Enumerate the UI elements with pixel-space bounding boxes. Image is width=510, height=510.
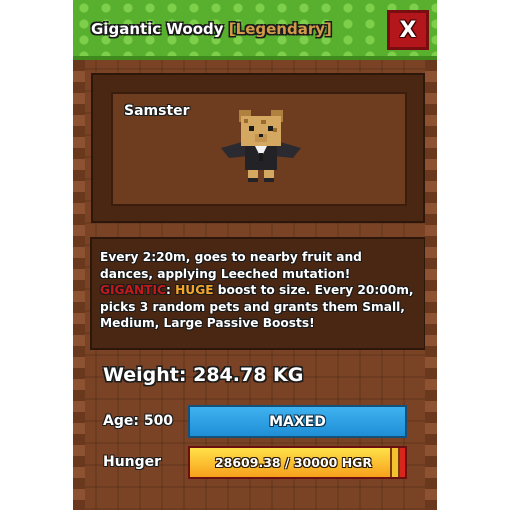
huge-keyword: HUGE <box>175 283 214 297</box>
pet-preview-viewport: Samster <box>111 92 407 206</box>
hunger-progress-bar: 28609.38 / 30000 HGR <box>188 446 407 479</box>
weight-stat: Weight: 284.78 KG <box>103 364 304 386</box>
pet-name: Samster <box>124 103 190 119</box>
pet-model-image <box>221 110 301 182</box>
close-icon: X <box>399 17 417 43</box>
hunger-label: Hunger <box>103 454 162 470</box>
age-label: Age: 500 <box>103 413 174 429</box>
gigantic-keyword: GIGANTIC <box>100 283 166 297</box>
pet-type-label: Gigantic Woody <box>91 20 224 38</box>
hunger-value-text: 28609.38 / 30000 HGR <box>214 455 373 470</box>
pet-title: Gigantic Woody [Legendary] <box>91 20 332 38</box>
pet-preview-frame: Samster <box>91 73 425 223</box>
panel-header: Gigantic Woody [Legendary] X <box>73 0 437 60</box>
ability-colon: : <box>165 283 171 297</box>
ability-text-part-1: Every 2:20m, goes to nearby fruit and da… <box>100 250 362 281</box>
pet-info-panel: Gigantic Woody [Legendary] X Samster Eve… <box>73 0 437 510</box>
rarity-label: [Legendary] <box>228 20 332 38</box>
age-status-text: MAXED <box>269 413 326 430</box>
ability-description: Every 2:20m, goes to nearby fruit and da… <box>90 237 426 350</box>
close-button[interactable]: X <box>387 10 429 50</box>
age-progress-bar: MAXED <box>188 405 407 438</box>
